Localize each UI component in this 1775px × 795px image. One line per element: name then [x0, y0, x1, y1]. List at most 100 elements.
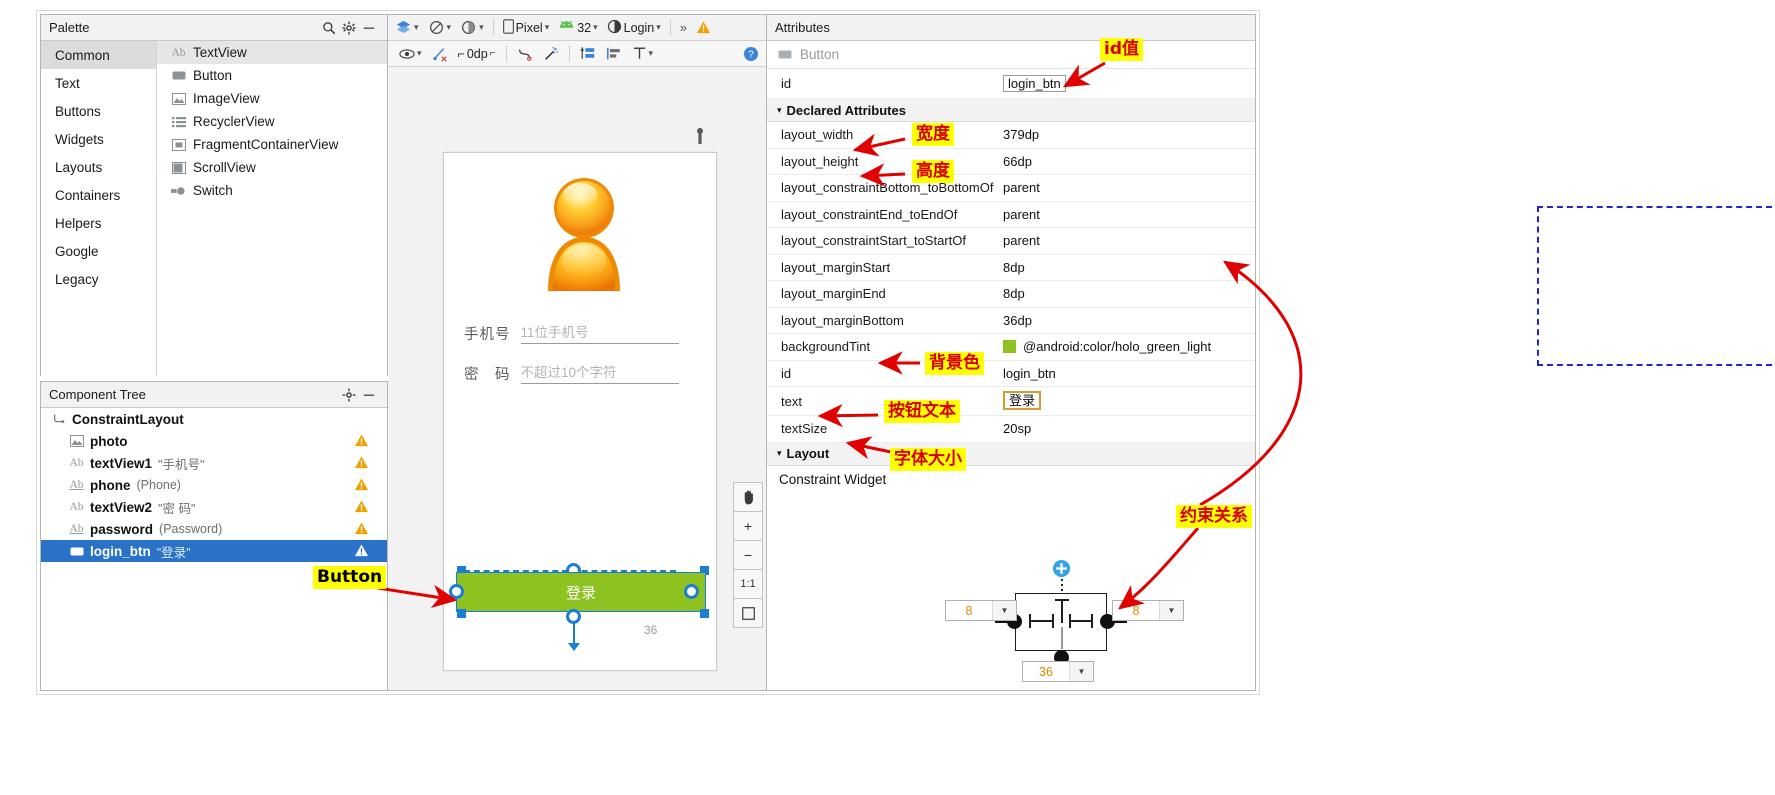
eye-icon[interactable]: ▾ — [396, 47, 425, 61]
theme-icon[interactable]: ▾ — [457, 18, 487, 37]
palette-category-layouts[interactable]: Layouts — [41, 153, 156, 181]
attr-value[interactable]: 66dp — [999, 154, 1255, 169]
tree-node-login-btn[interactable]: login_btn "登录" — [41, 540, 387, 562]
resize-handle-bottom-left[interactable] — [457, 609, 466, 618]
constraint-rows-highlight — [1537, 206, 1775, 366]
start-margin-dropdown[interactable]: 8 ▼ — [945, 600, 1017, 621]
palette-item-scrollview[interactable]: ScrollView — [157, 156, 387, 179]
constraint-anchor-bottom[interactable] — [566, 609, 581, 624]
gear-icon[interactable] — [339, 385, 359, 405]
resize-handle-bottom-right[interactable] — [700, 609, 709, 618]
constraint-widget[interactable]: 8 ▼ 8 ▼ 36 ▼ — [767, 535, 1255, 692]
device-preview[interactable]: 手机号 11位手机号 密 码 不超过10个字符 登录 36 — [443, 152, 717, 671]
palette-category-google[interactable]: Google — [41, 237, 156, 265]
login-button-preview[interactable]: 登录 — [456, 572, 706, 612]
attr-row-text-size[interactable]: textSize 20sp — [767, 416, 1255, 443]
attr-value[interactable]: parent — [999, 233, 1255, 248]
attr-value[interactable]: parent — [999, 180, 1255, 195]
api-selector[interactable]: 32 ▾ — [555, 19, 600, 36]
align-icon[interactable] — [603, 45, 625, 62]
help-icon[interactable]: ? — [740, 45, 767, 63]
device-config-icon[interactable] — [693, 127, 707, 150]
recyclerview-icon — [171, 114, 186, 129]
palette-item-recyclerview[interactable]: RecyclerView — [157, 110, 387, 133]
attr-value[interactable]: login_btn — [999, 366, 1255, 381]
guideline-icon[interactable] — [577, 45, 599, 62]
design-canvas[interactable]: 手机号 11位手机号 密 码 不超过10个字符 登录 36 + − 1:1 — [388, 67, 767, 690]
attr-row-margin-bottom[interactable]: layout_marginBottom 36dp — [767, 308, 1255, 334]
attr-value[interactable]: parent — [999, 207, 1255, 222]
chevron-down-icon[interactable]: ▼ — [1069, 662, 1093, 681]
color-swatch[interactable] — [1003, 340, 1016, 354]
clear-constraints-icon[interactable] — [429, 45, 451, 63]
attr-row-id-secondary[interactable]: id login_btn — [767, 361, 1255, 387]
attr-value[interactable]: 8dp — [999, 286, 1255, 301]
device-selector[interactable]: Pixel ▾ — [500, 18, 553, 38]
tree-node-qualifier: "手机号" — [158, 457, 205, 472]
attr-value[interactable]: 379dp — [999, 127, 1255, 142]
overflow-icon[interactable]: » — [677, 19, 690, 36]
search-icon[interactable] — [319, 18, 339, 38]
palette-item-switch[interactable]: Switch — [157, 179, 387, 202]
minimize-icon[interactable] — [359, 385, 379, 405]
attr-row-constraint-end[interactable]: layout_constraintEnd_toEndOf parent — [767, 202, 1255, 228]
palette-category-containers[interactable]: Containers — [41, 181, 156, 209]
palette-item-fragmentcontainerview[interactable]: FragmentContainerView — [157, 133, 387, 156]
attr-row-margin-start[interactable]: layout_marginStart 8dp — [767, 255, 1255, 281]
attr-row-layout-width[interactable]: layout_width 379dp — [767, 122, 1255, 149]
attr-row-layout-height[interactable]: layout_height 66dp — [767, 149, 1255, 175]
default-margin-selector[interactable]: ⌐ 0dp ⌐ — [455, 46, 499, 62]
gear-icon[interactable] — [339, 18, 359, 38]
section-declared-attributes[interactable]: ▾ Declared Attributes — [767, 99, 1255, 122]
infer-constraints-icon[interactable] — [514, 45, 536, 63]
tree-node-constraintlayout[interactable]: ConstraintLayout — [41, 408, 387, 430]
palette-category-helpers[interactable]: Helpers — [41, 209, 156, 237]
attr-value[interactable]: 36dp — [999, 313, 1255, 328]
tree-node-photo[interactable]: photo — [41, 430, 387, 452]
constraint-anchor-start[interactable] — [449, 584, 464, 599]
theme-selector[interactable]: Login ▾ — [604, 18, 664, 38]
zoom-in-icon[interactable]: + — [733, 511, 763, 541]
attr-row-constraint-bottom[interactable]: layout_constraintBottom_toBottomOf paren… — [767, 175, 1255, 202]
layers-icon[interactable]: ▾ — [392, 18, 422, 37]
phone-input[interactable]: 11位手机号 — [520, 321, 679, 344]
tree-node-phone[interactable]: Ab phone (Phone) — [41, 474, 387, 496]
orientation-icon[interactable]: ▾ — [425, 18, 455, 37]
password-input[interactable]: 不超过10个字符 — [520, 361, 679, 384]
attr-row-margin-end[interactable]: layout_marginEnd 8dp — [767, 281, 1255, 308]
zoom-fit-icon[interactable] — [733, 598, 763, 628]
constraint-anchor-end[interactable] — [684, 584, 699, 599]
attr-row-text[interactable]: text 登录 — [767, 387, 1255, 416]
minimize-icon[interactable] — [359, 18, 379, 38]
text-input[interactable]: 登录 — [1003, 391, 1042, 410]
bottom-margin-dropdown[interactable]: 36 ▼ — [1022, 661, 1094, 682]
end-margin-dropdown[interactable]: 8 ▼ — [1112, 600, 1184, 621]
zoom-out-icon[interactable]: − — [733, 540, 763, 570]
tree-node-password[interactable]: Ab password (Password) — [41, 518, 387, 540]
palette-category-buttons[interactable]: Buttons — [41, 97, 156, 125]
tree-node-textview1[interactable]: Ab textView1 "手机号" — [41, 452, 387, 474]
tree-node-textview2[interactable]: Ab textView2 "密 码" — [41, 496, 387, 518]
id-input[interactable]: login_btn — [1003, 74, 1066, 92]
pack-icon[interactable]: ▾ — [629, 45, 657, 62]
chevron-down-icon[interactable]: ▼ — [992, 601, 1016, 620]
section-layout[interactable]: ▾ Layout — [767, 442, 1255, 466]
zoom-actual-icon[interactable]: 1:1 — [733, 569, 763, 599]
warning-icon[interactable] — [693, 19, 714, 36]
palette-category-common[interactable]: Common — [41, 41, 156, 69]
attr-value[interactable]: 8dp — [999, 260, 1255, 275]
palette-item-button[interactable]: Button — [157, 64, 387, 87]
palette-item-textview[interactable]: Ab TextView — [157, 41, 387, 64]
palette-category-widgets[interactable]: Widgets — [41, 125, 156, 153]
pan-icon[interactable] — [733, 482, 763, 512]
palette-category-text[interactable]: Text — [41, 69, 156, 97]
attr-value[interactable]: 20sp — [999, 421, 1255, 436]
attr-row-background-tint[interactable]: backgroundTint @android:color/holo_green… — [767, 334, 1255, 361]
chevron-down-icon[interactable]: ▼ — [1159, 601, 1183, 620]
palette-category-legacy[interactable]: Legacy — [41, 265, 156, 293]
magic-icon[interactable] — [540, 45, 562, 63]
vertical-beam-bottom — [1060, 627, 1063, 649]
attr-row-constraint-start[interactable]: layout_constraintStart_toStartOf parent — [767, 228, 1255, 255]
palette-item-imageview[interactable]: ImageView — [157, 87, 387, 110]
editor-toolbar-primary: ▾ ▾ ▾ Pixel ▾ 32 ▾ Login ▾ » — [388, 15, 767, 41]
